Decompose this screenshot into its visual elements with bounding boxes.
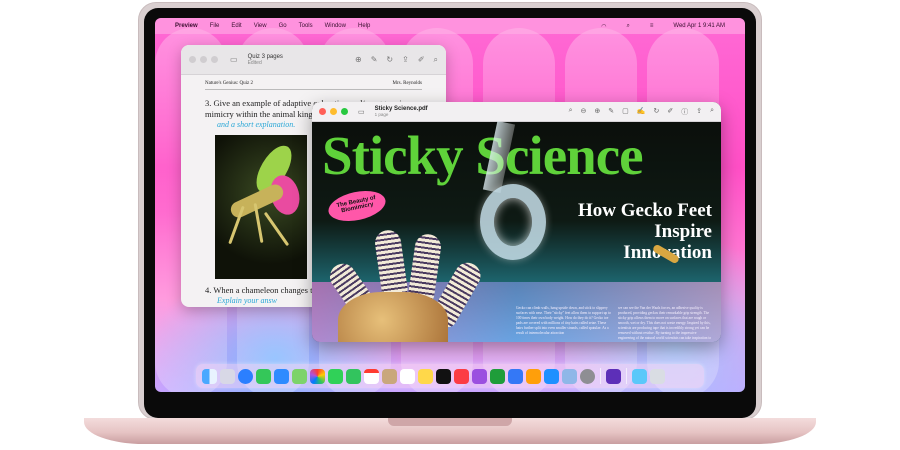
document-title: Nature's Genius: Quiz 2 xyxy=(205,81,253,86)
menu-go[interactable]: Go xyxy=(279,23,287,29)
trash-icon[interactable] xyxy=(650,368,665,384)
window-title: Sticky Science.pdf 1 page xyxy=(375,106,428,117)
search-icon[interactable]: ⌕ xyxy=(434,55,438,65)
highlight-icon[interactable]: ▢ xyxy=(622,107,629,117)
menu-edit[interactable]: Edit xyxy=(231,23,241,29)
preview-window-sticky-science[interactable]: ▭ Sticky Science.pdf 1 page ⌕ ⊖ ⊕ ✎ ▢ ✍ … xyxy=(312,102,721,342)
safari-icon[interactable] xyxy=(238,368,253,384)
share-icon[interactable]: ⇪ xyxy=(402,55,409,65)
menu-app-preview[interactable]: Preview xyxy=(175,23,198,29)
search-icon[interactable]: ⌕ xyxy=(710,107,714,117)
sidebar-toggle-icon[interactable]: ▭ xyxy=(230,55,238,64)
maps-icon[interactable] xyxy=(292,368,307,384)
window-title: Quiz 3 pages Edited xyxy=(248,54,283,66)
preview-icon[interactable] xyxy=(562,368,577,384)
music-icon[interactable] xyxy=(454,368,469,384)
window-title-text: Quiz 3 pages xyxy=(247,53,283,60)
pages-icon[interactable] xyxy=(526,368,541,384)
search-icon[interactable]: ⌕ xyxy=(569,107,573,117)
launchpad-icon[interactable] xyxy=(220,368,235,384)
mantis-photo xyxy=(215,135,307,279)
zoom-in-icon[interactable]: ⊕ xyxy=(355,55,362,65)
dock-separator xyxy=(626,368,627,384)
zoom-out-icon[interactable]: ⊖ xyxy=(580,107,586,117)
facetime-icon[interactable] xyxy=(328,368,343,384)
menu-bar: Preview File Edit View Go Tools Window H… xyxy=(155,18,745,34)
rotate-icon[interactable]: ↻ xyxy=(653,107,659,117)
magazine-cover: Sticky Science The Beauty of Biomimicry … xyxy=(312,120,721,342)
app-store-icon[interactable] xyxy=(544,368,559,384)
settings-icon[interactable] xyxy=(580,368,595,384)
window-controls xyxy=(319,108,348,115)
sticky-toolbar: ▭ Sticky Science.pdf 1 page ⌕ ⊖ ⊕ ✎ ▢ ✍ … xyxy=(312,102,721,122)
document-header: Nature's Genius: Quiz 2 Mrs. Reynolds xyxy=(205,81,422,90)
wifi-icon[interactable]: ◠ xyxy=(601,23,606,30)
article-column-1: Gecko can climb walls, hang upside down,… xyxy=(516,306,611,335)
rotate-icon[interactable]: ↻ xyxy=(386,55,393,65)
podcasts-icon[interactable] xyxy=(472,368,487,384)
quiz-toolbar: ▭ Quiz 3 pages Edited ⊕ ✎ ↻ ⇪ ✐ ⌕ xyxy=(181,45,446,75)
desktop-screen: Preview File Edit View Go Tools Window H… xyxy=(155,18,745,392)
mail-icon[interactable] xyxy=(274,368,289,384)
tv-icon[interactable] xyxy=(436,368,451,384)
window-subtitle: Edited xyxy=(247,59,262,66)
quiz-toolbar-icons: ⊕ ✎ ↻ ⇪ ✐ ⌕ xyxy=(355,55,438,65)
sticky-toolbar-icons: ⌕ ⊖ ⊕ ✎ ▢ ✍ ↻ ✐ ⓘ ⇪ ⌕ xyxy=(569,107,714,117)
sign-icon[interactable]: ✍ xyxy=(637,107,646,117)
menu-file[interactable]: File xyxy=(210,23,220,29)
cover-tagline: How Gecko Feet Inspire Innovation xyxy=(577,200,712,263)
markup-icon[interactable]: ✎ xyxy=(608,107,614,117)
dock-separator xyxy=(600,368,601,384)
macbook: Preview File Edit View Go Tools Window H… xyxy=(0,0,900,450)
reminders-icon[interactable] xyxy=(400,368,415,384)
messages-icon[interactable] xyxy=(256,368,271,384)
cover-headline: Sticky Science xyxy=(322,125,644,186)
minimize-button[interactable] xyxy=(330,108,337,115)
phone-icon[interactable] xyxy=(346,368,361,384)
zoom-button[interactable] xyxy=(341,108,348,115)
contacts-icon[interactable] xyxy=(382,368,397,384)
downloads-folder-icon[interactable] xyxy=(632,368,647,384)
info-icon[interactable]: ⓘ xyxy=(681,107,688,117)
dock xyxy=(196,364,704,388)
calendar-icon[interactable] xyxy=(364,368,379,384)
markup-icon[interactable]: ✎ xyxy=(371,55,378,65)
keynote-icon[interactable] xyxy=(508,368,523,384)
numbers-icon[interactable] xyxy=(490,368,505,384)
window-controls xyxy=(189,56,218,63)
lid-notch xyxy=(388,418,512,426)
document-author: Mrs. Reynolds xyxy=(392,81,422,86)
menu-clock[interactable]: Wed Apr 1 9:41 AM xyxy=(673,23,725,30)
gecko-foot-illustration xyxy=(312,222,508,342)
cover-badge: The Beauty of Biomimicry xyxy=(325,186,389,226)
sidebar-toggle-icon[interactable]: ▭ xyxy=(358,108,365,116)
menu-window[interactable]: Window xyxy=(325,23,346,29)
control-center-icon[interactable]: ≡ xyxy=(650,23,654,30)
menu-help[interactable]: Help xyxy=(358,23,370,29)
annotate-icon[interactable]: ✐ xyxy=(667,107,673,117)
article-column-2: we can see the Van der Waals forces, an … xyxy=(618,306,712,340)
minimize-button[interactable] xyxy=(200,56,207,63)
zoom-button[interactable] xyxy=(211,56,218,63)
menu-tools[interactable]: Tools xyxy=(299,23,313,29)
close-button[interactable] xyxy=(319,108,326,115)
search-icon[interactable]: ⌕ xyxy=(627,23,630,30)
menu-view[interactable]: View xyxy=(254,23,267,29)
zoom-in-icon[interactable]: ⊕ xyxy=(594,107,600,117)
photos-icon[interactable] xyxy=(310,368,325,384)
finder-icon[interactable] xyxy=(202,368,217,384)
window-subtitle: 1 page xyxy=(374,112,389,117)
notes-icon[interactable] xyxy=(418,368,433,384)
close-button[interactable] xyxy=(189,56,196,63)
annotate-icon[interactable]: ✐ xyxy=(418,55,425,65)
screen-time-icon[interactable] xyxy=(606,368,621,384)
share-icon[interactable]: ⇪ xyxy=(696,107,702,117)
